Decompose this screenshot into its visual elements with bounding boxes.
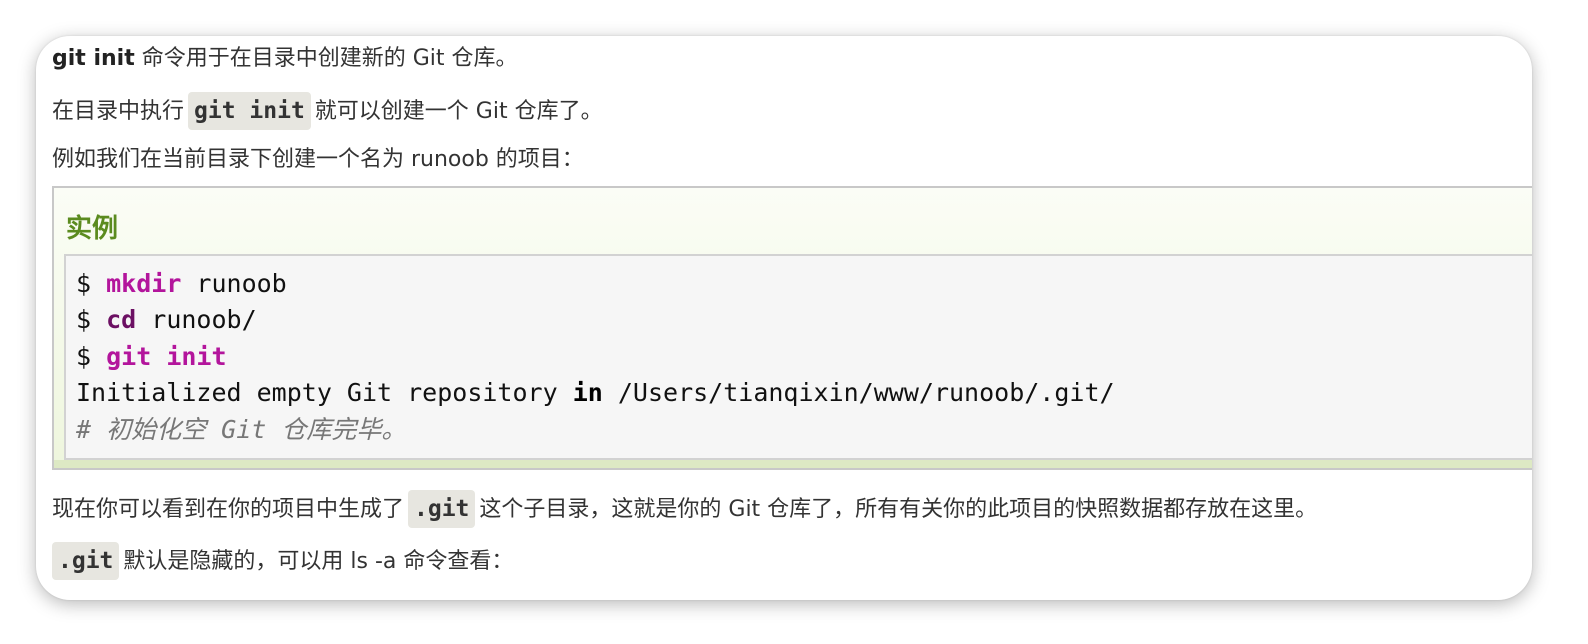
example-title: 实例 (66, 214, 119, 244)
code-prompt: $ (76, 305, 107, 334)
paragraph-text: 命令用于在目录中创建新的 Git 仓库。 (134, 46, 518, 71)
paragraph-text: 例如我们在当前目录下创建一个名为 runoob 的项目： (52, 147, 584, 172)
term-git-init: git init (52, 46, 135, 71)
paragraph-text-after: 这个子目录，这就是你的 Git 仓库了，所有有关你的此项目的快照数据都存放在这里… (479, 497, 1318, 522)
inline-code-dot-git: .git (52, 542, 120, 580)
paragraph-git-dir: 现在你可以看到在你的项目中生成了 .git 这个子目录，这就是你的 Git 仓库了，… (52, 490, 1317, 528)
code-line-3: $ git init (76, 340, 227, 374)
example-bottom-bar (54, 460, 1532, 468)
code-block[interactable]: $ mkdir runoob $ cd runoob/ $ git init I… (64, 254, 1532, 460)
code-command: mkdir (106, 269, 182, 298)
code-output-path: /Users/tianqixin/www/runoob/.git/ (602, 378, 1115, 407)
inline-code-git-init: git init (188, 92, 311, 130)
code-line-4: Initialized empty Git repository in /Use… (76, 376, 1115, 410)
code-args: runoob (181, 269, 287, 298)
example-box: 实例 $ mkdir runoob $ cd runoob/ $ git ini… (52, 186, 1532, 470)
code-prompt: $ (76, 269, 107, 298)
code-line-2: $ cd runoob/ (76, 303, 257, 337)
paragraph-execute: 在目录中执行 git init 就可以创建一个 Git 仓库了。 (52, 92, 603, 130)
code-line-1: $ mkdir runoob (76, 267, 287, 301)
code-output: Initialized empty Git repository (76, 378, 573, 407)
paragraph-hidden: .git 默认是隐藏的，可以用 ls -a 命令查看： (52, 542, 513, 580)
paragraph-text-before: 在目录中执行 (52, 99, 185, 124)
paragraph-text-after: 默认是隐藏的，可以用 ls -a 命令查看： (123, 549, 514, 574)
article-card: git init 命令用于在目录中创建新的 Git 仓库。 在目录中执行 git … (36, 36, 1532, 600)
code-args: runoob/ (136, 305, 257, 334)
paragraph-git-init-intro: git init 命令用于在目录中创建新的 Git 仓库。 (52, 44, 518, 74)
paragraph-text-before: 现在你可以看到在你的项目中生成了 (52, 497, 405, 522)
code-keyword: in (572, 378, 603, 407)
paragraph-text-after: 就可以创建一个 Git 仓库了。 (314, 99, 603, 124)
code-command: cd (106, 305, 137, 334)
code-comment: # 初始化空 Git 仓库完毕。 (76, 415, 407, 444)
code-command: git init (106, 342, 227, 371)
paragraph-example-intro: 例如我们在当前目录下创建一个名为 runoob 的项目： (52, 145, 584, 175)
code-prompt: $ (76, 342, 107, 371)
inline-code-dot-git: .git (408, 490, 476, 528)
